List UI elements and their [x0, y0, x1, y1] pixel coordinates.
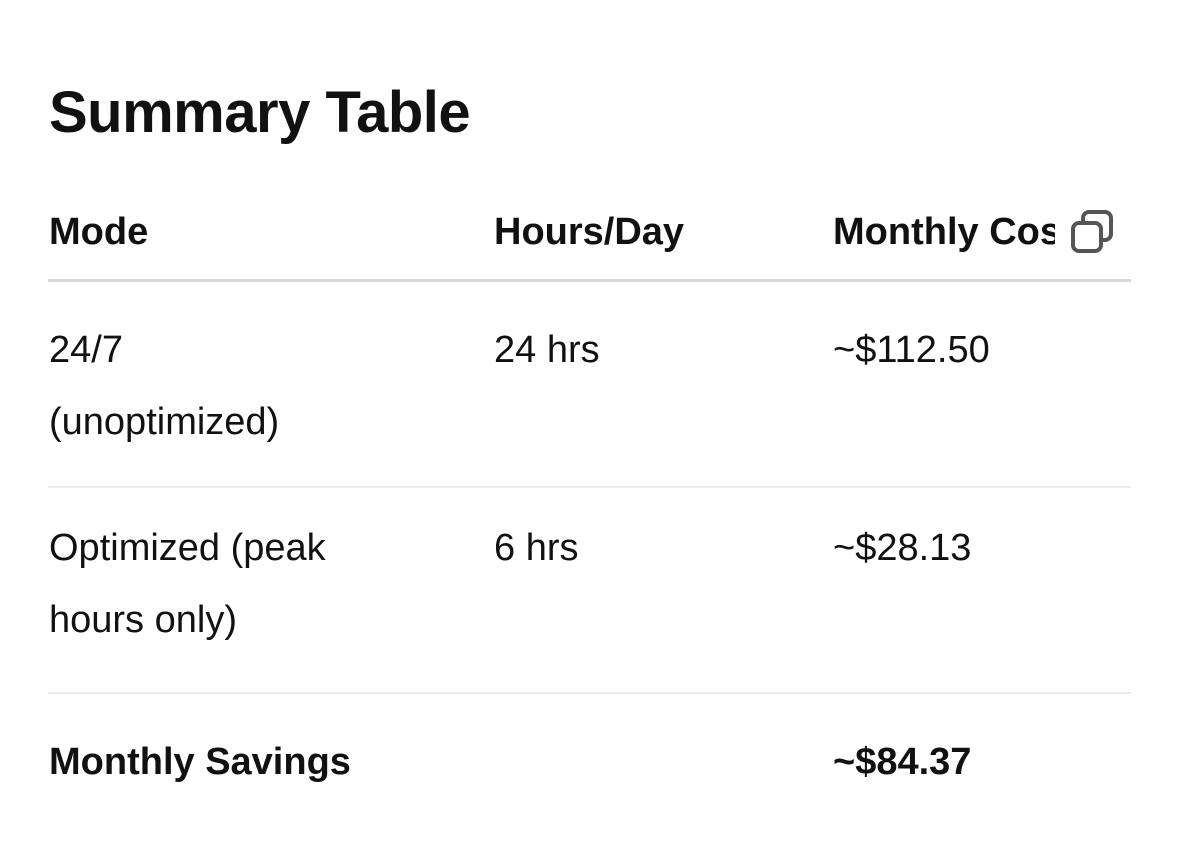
- page-title: Summary Table: [49, 80, 471, 145]
- column-header-mode: Mode: [49, 211, 149, 253]
- table-row-summary: Monthly Savings ~$84.37: [48, 694, 1131, 824]
- table-cell-monthly-cost: ~$112.50: [833, 329, 990, 371]
- column-header-hours-per-day: Hours/Day: [494, 211, 685, 253]
- copy-icon: [1071, 210, 1113, 253]
- copy-button[interactable]: [1068, 208, 1116, 256]
- summary-table: Mode Hours/Day Monthly Cost 24/7 (unopti…: [48, 196, 1131, 824]
- table-cell-hours: 24 hrs: [494, 329, 600, 371]
- table-cell-mode: 24/7 (unoptimized): [49, 329, 280, 443]
- table-cell-monthly-cost: ~$84.37: [833, 741, 972, 783]
- table-header-row: Mode Hours/Day Monthly Cost: [48, 196, 1131, 282]
- column-header-monthly-cost: Monthly Cost: [833, 211, 1055, 253]
- table-row: Optimized (peak hours only) 6 hrs ~$28.1…: [48, 488, 1131, 694]
- table-cell-monthly-cost: ~$28.13: [833, 527, 972, 569]
- table-cell-hours: 6 hrs: [494, 527, 579, 569]
- table-cell-mode: Optimized (peak hours only): [49, 527, 326, 641]
- table-cell-mode: Monthly Savings: [49, 741, 351, 783]
- table-row: 24/7 (unoptimized) 24 hrs ~$112.50: [48, 282, 1131, 488]
